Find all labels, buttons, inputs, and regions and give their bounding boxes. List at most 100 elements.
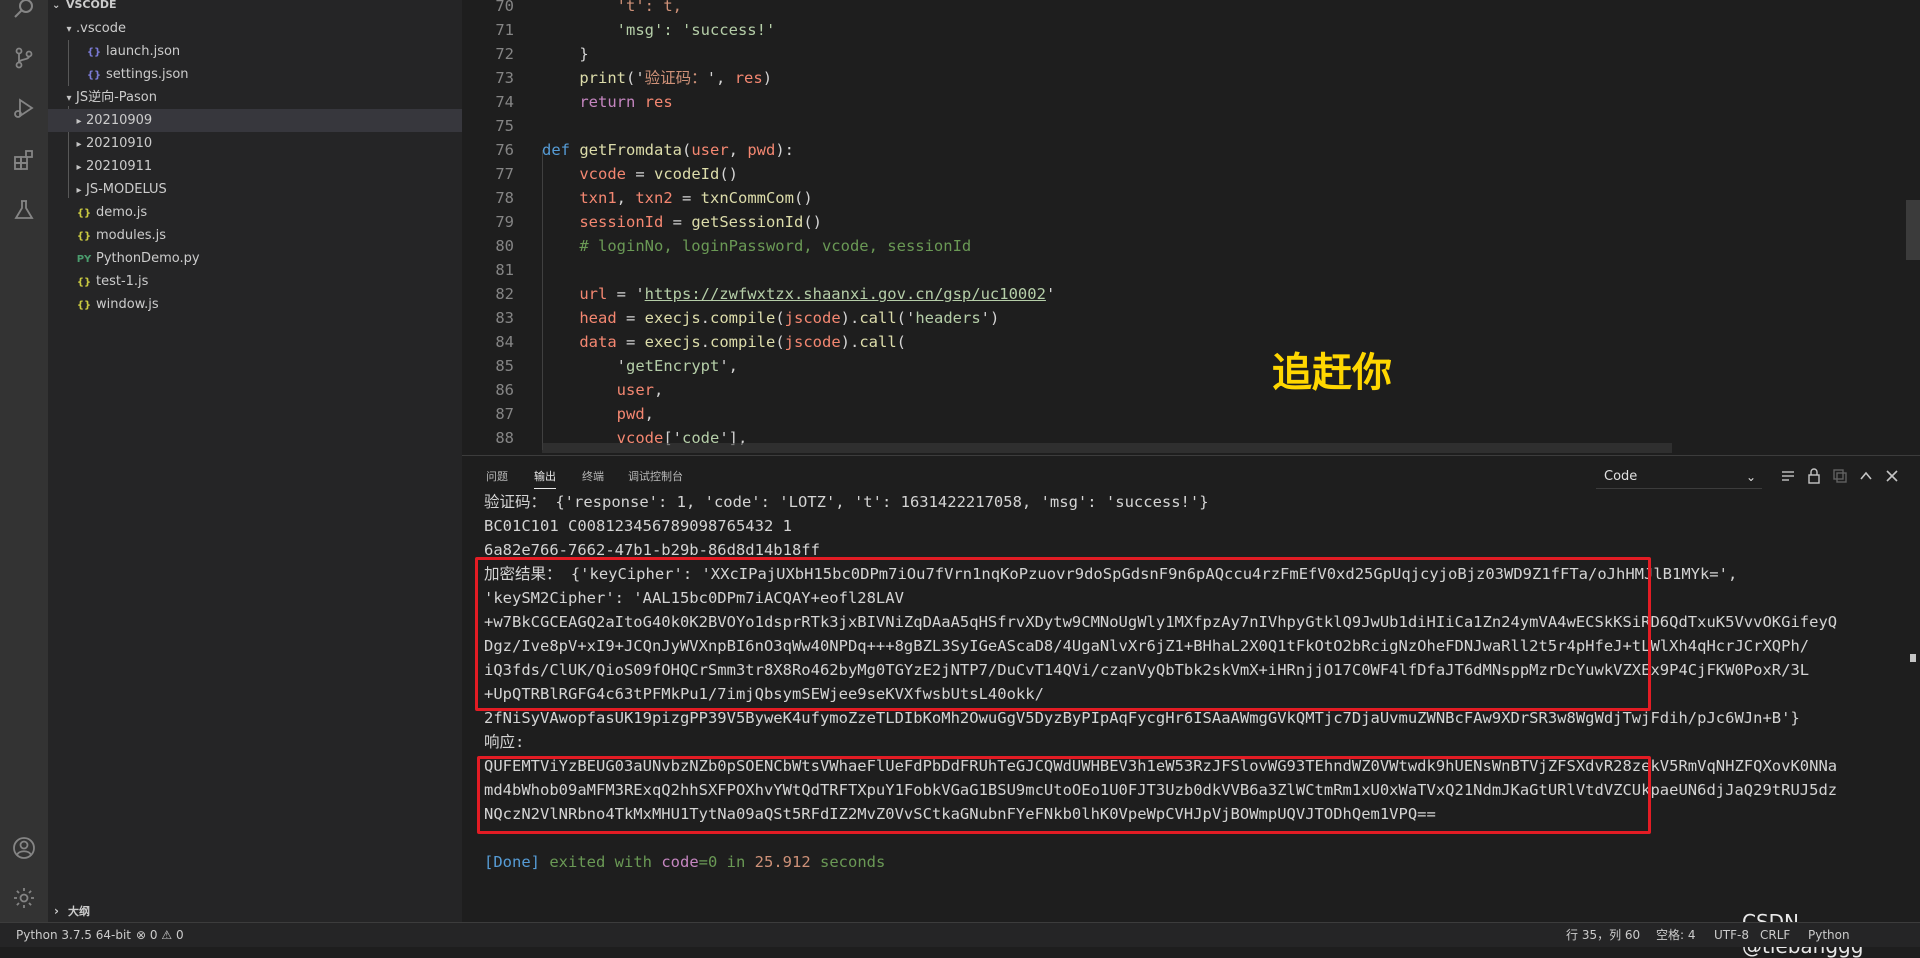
code-token: print	[579, 69, 626, 87]
tree-item[interactable]: ▾ JS逆向-Pason	[48, 86, 462, 109]
settings-gear-icon[interactable]	[12, 886, 36, 910]
line-number: 73	[495, 69, 514, 87]
code-token: ()	[803, 213, 822, 231]
code-token: =	[626, 165, 654, 183]
tree-item[interactable]: ▸ 20210910	[48, 132, 462, 155]
code-token: vcode	[579, 165, 626, 183]
tab-terminal[interactable]: 终端	[582, 466, 604, 488]
code-text: }	[542, 42, 589, 66]
chevron-down-icon: ▾	[66, 93, 72, 104]
line-number: 78	[495, 189, 514, 207]
code-token: ).	[840, 333, 860, 351]
testing-flask-icon[interactable]	[12, 198, 36, 222]
tree-item[interactable]: {} demo.js	[48, 201, 462, 224]
code-token: execjs	[644, 309, 701, 327]
code-token: ',	[706, 69, 735, 87]
source-control-icon[interactable]	[12, 46, 36, 70]
code-text: user,	[542, 378, 664, 402]
encoding[interactable]: UTF-8	[1714, 923, 1749, 947]
json-file-icon: {}	[86, 70, 102, 81]
indentation[interactable]: 空格: 4	[1656, 923, 1696, 947]
warning-icon: ⚠	[161, 928, 173, 942]
code-text: print('验证码：', res)	[542, 66, 772, 90]
account-icon[interactable]	[12, 836, 36, 860]
tree-item[interactable]: ▾ .vscode	[48, 17, 462, 40]
done-token: exited with	[540, 853, 662, 871]
code-editor[interactable]: 70 't': t, 71 'msg': 'success!' 72 } 73 pri…	[462, 0, 1920, 455]
code-token: url	[579, 285, 608, 303]
editor-vertical-scrollbar[interactable]	[1906, 200, 1920, 260]
code-token: ,	[644, 405, 654, 423]
code-text: 'getEncrypt',	[542, 354, 738, 378]
code-token: =	[672, 189, 701, 207]
explorer-section-header[interactable]: ⌄ VSCODE	[48, 0, 462, 16]
code-token: = '	[607, 285, 645, 303]
code-line: 73 print('验证码：', res)	[462, 66, 1762, 90]
code-line: 76 def getFromdata(user, pwd):	[462, 138, 1762, 162]
code-text: pwd,	[542, 402, 654, 426]
line-number: 86	[495, 381, 514, 399]
code-token: (	[775, 309, 785, 327]
code-token: call	[859, 309, 897, 327]
code-token: txn2	[635, 189, 673, 207]
tab-output[interactable]: 输出	[534, 466, 556, 489]
code-token: '	[542, 357, 626, 375]
tree-item[interactable]: {} modules.js	[48, 224, 462, 247]
code-token: 验证码：	[644, 69, 707, 87]
chevron-down-icon: ⌄	[52, 0, 61, 11]
chevron-right-icon: ▸	[76, 185, 82, 196]
tab-debug-console[interactable]: 调试控制台	[628, 466, 683, 488]
watermark-text: 追赶你	[1272, 350, 1392, 396]
code-token: compile	[710, 309, 776, 327]
code-line: 81	[462, 258, 1762, 282]
close-panel-icon[interactable]	[1884, 468, 1900, 484]
end-of-line[interactable]: CRLF	[1760, 923, 1790, 947]
run-debug-icon[interactable]	[12, 96, 36, 120]
explorer-sidebar: ⌄ VSCODE ▾ .vscode {} launch.json {} settings.…	[48, 0, 462, 922]
code-token: (	[682, 141, 692, 159]
code-token: pwd	[616, 405, 645, 423]
code-token: head	[579, 309, 617, 327]
tree-item[interactable]: {} window.js	[48, 293, 462, 316]
js-file-icon: {}	[76, 277, 92, 288]
tree-item[interactable]: PY PythonDemo.py	[48, 247, 462, 270]
tab-problems[interactable]: 问题	[486, 466, 508, 488]
tree-item[interactable]: ▸ 20210911	[48, 155, 462, 178]
tree-item[interactable]: {} settings.json	[48, 63, 462, 86]
cursor-position[interactable]: 行 35，列 60	[1566, 923, 1640, 947]
code-line: 86 user,	[462, 378, 1762, 402]
code-token: res	[644, 93, 673, 111]
outline-section-header[interactable]: › 大纲	[48, 900, 462, 922]
tree-item-label: 20210911	[86, 159, 153, 174]
code-line: 79 sessionId = getSessionId()	[462, 210, 1762, 234]
code-line: 78 txn1, txn2 = txnCommCom()	[462, 186, 1762, 210]
tree-item[interactable]: {} test-1.js	[48, 270, 462, 293]
tree-item[interactable]: ▸ 20210909	[48, 109, 462, 132]
problems-status[interactable]: ⊗ 0 ⚠ 0	[136, 923, 184, 947]
code-line: 82 url = 'https://zwfwxtzx.shaanxi.gov.c…	[462, 282, 1762, 306]
tree-item[interactable]: ▸ JS-MODELUS	[48, 178, 462, 201]
code-token: }	[542, 45, 589, 63]
code-line: 85 'getEncrypt',	[462, 354, 1762, 378]
search-icon[interactable]	[12, 0, 36, 24]
code-token: return	[579, 93, 636, 111]
output-channel-select[interactable]: Code ⌄	[1596, 466, 1762, 489]
extensions-icon[interactable]	[12, 148, 36, 172]
clear-output-icon[interactable]	[1780, 468, 1796, 484]
code-line: 83 head = execjs.compile(jscode).call('h…	[462, 306, 1762, 330]
json-file-icon: {}	[86, 47, 102, 58]
maximize-panel-icon[interactable]	[1858, 468, 1874, 484]
python-interpreter[interactable]: Python 3.7.5 64-bit	[16, 923, 131, 947]
line-number: 77	[495, 165, 514, 183]
code-token: # loginNo, loginPassword, vcode, session…	[542, 237, 972, 255]
language-mode[interactable]: Python	[1808, 923, 1850, 947]
code-token: ()	[719, 165, 738, 183]
copy-icon[interactable]	[1832, 468, 1848, 484]
lock-icon[interactable]	[1806, 468, 1822, 484]
chevron-right-icon: ▸	[76, 162, 82, 173]
tree-item[interactable]: {} launch.json	[48, 40, 462, 63]
horizontal-scrollbar[interactable]	[542, 443, 1672, 453]
